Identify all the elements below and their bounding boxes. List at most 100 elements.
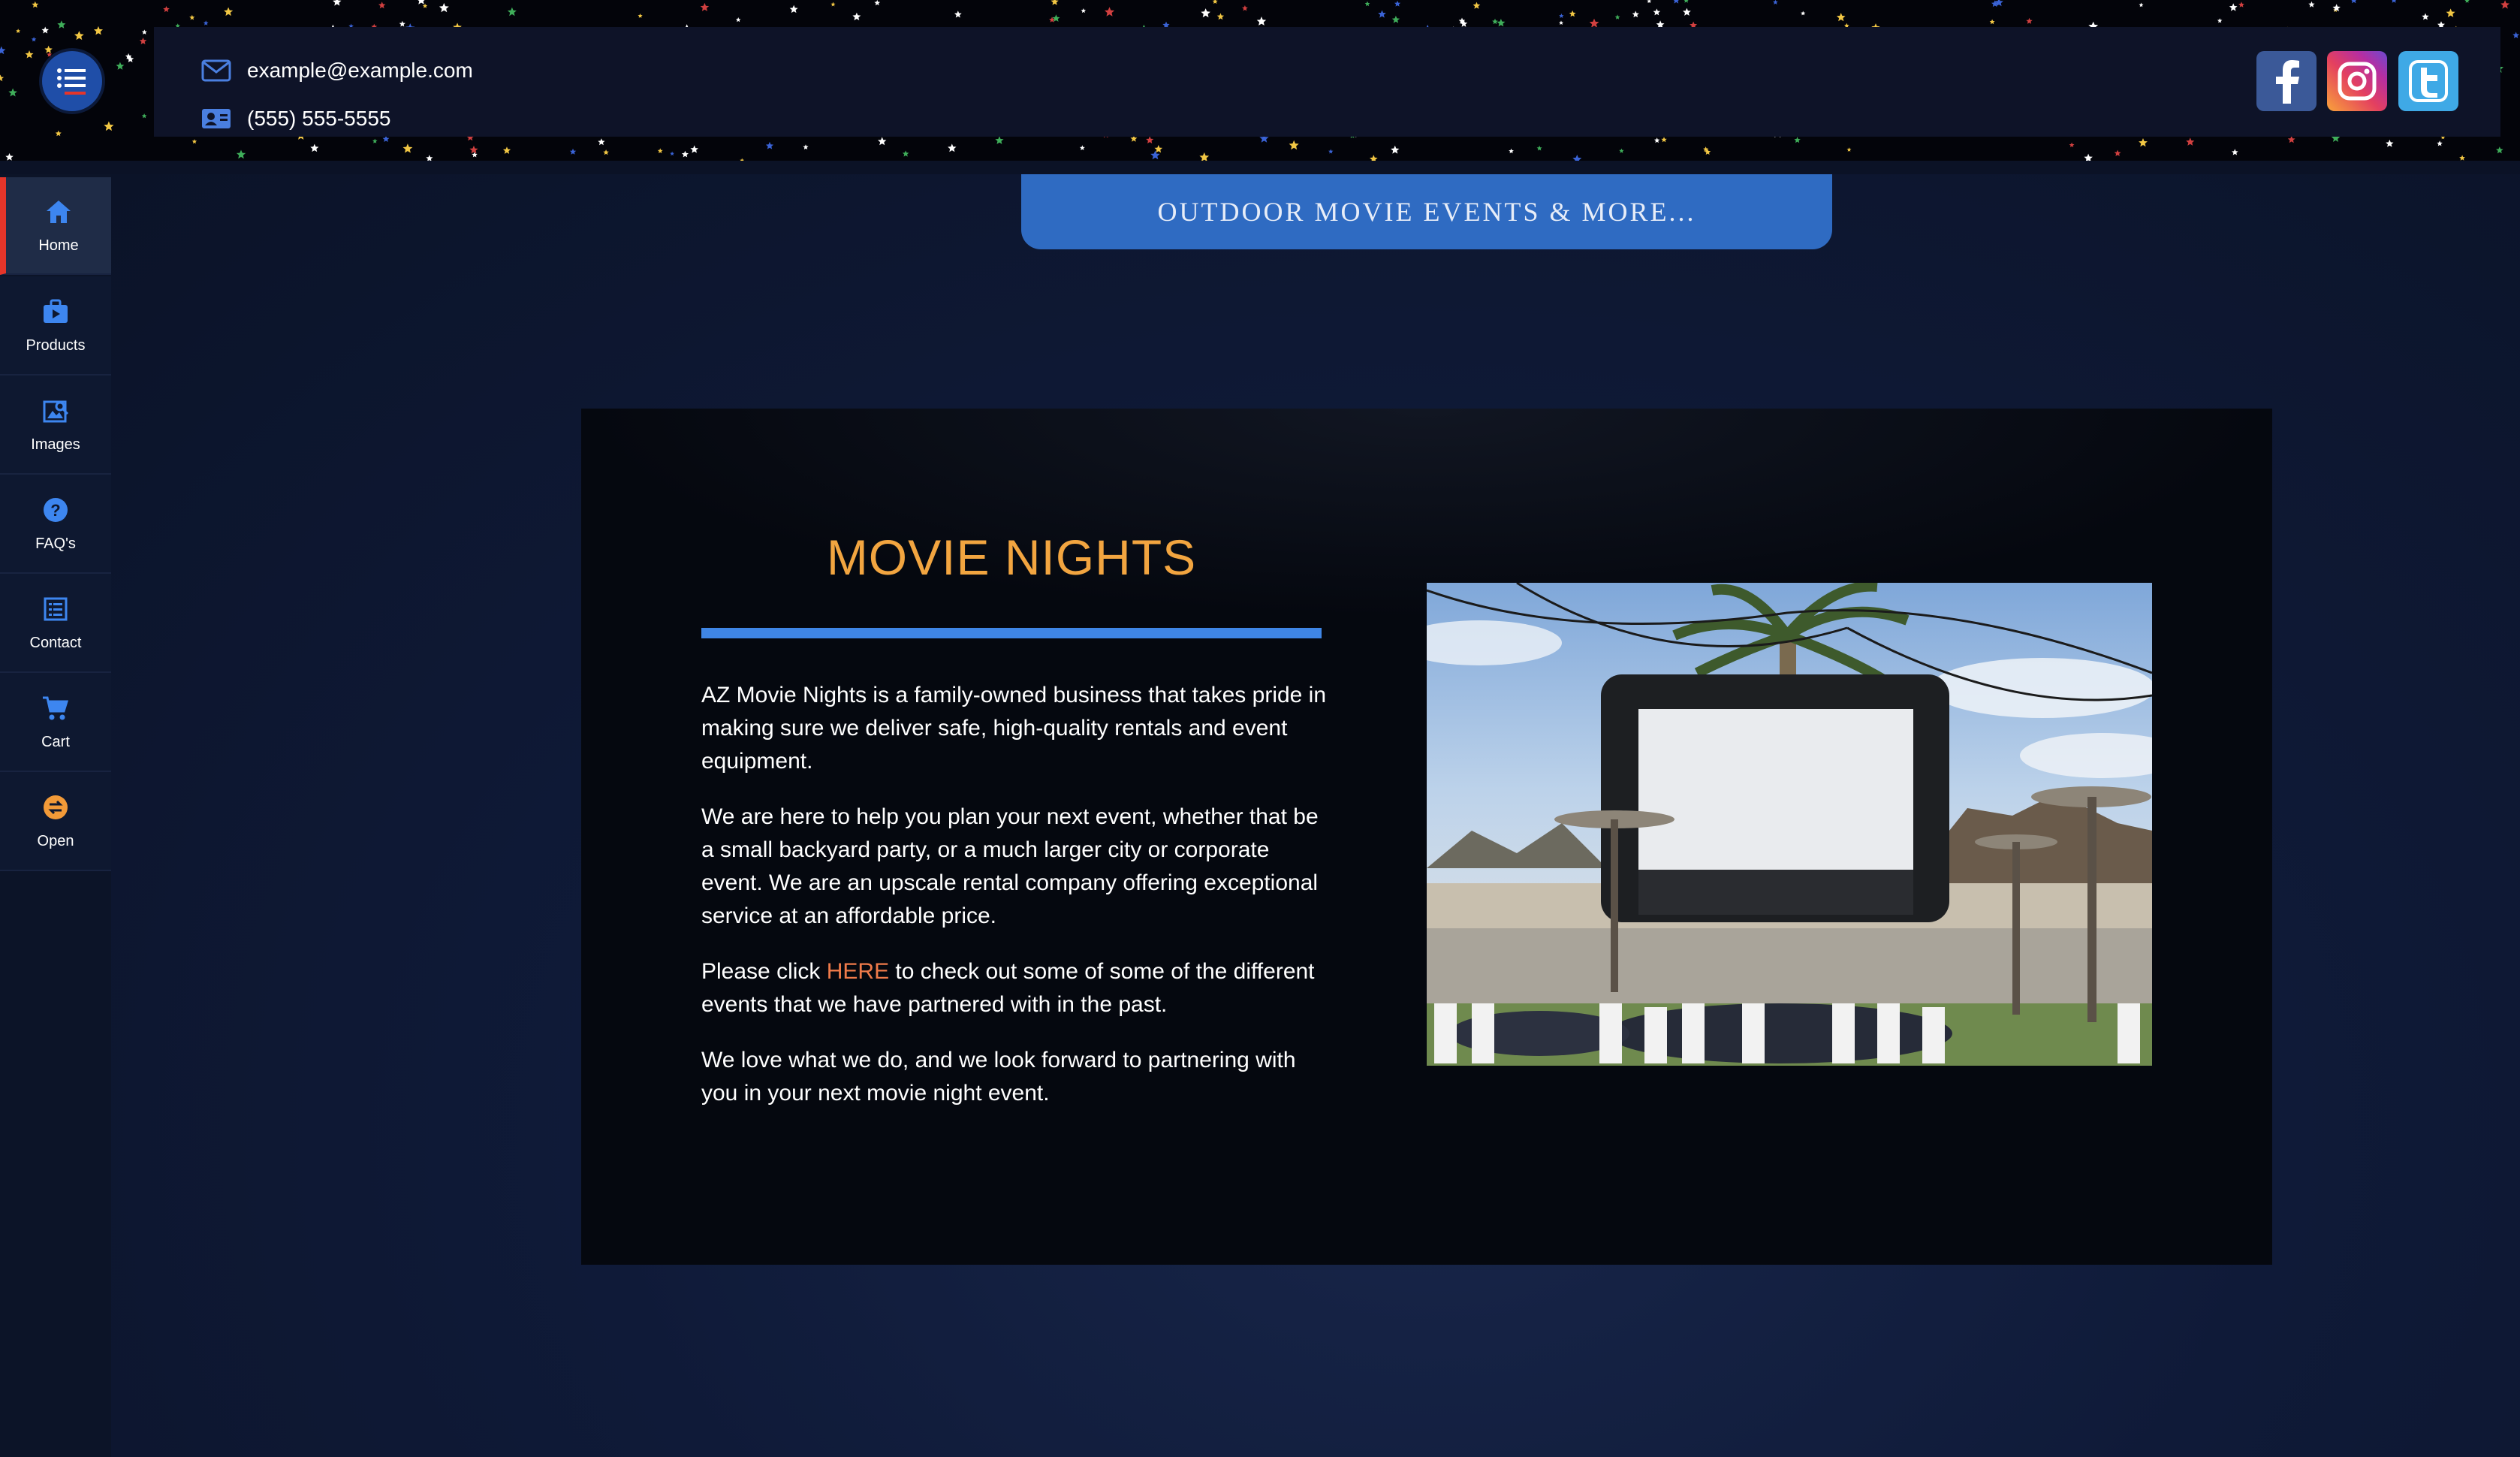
star-decoration bbox=[1836, 13, 1846, 22]
star-decoration bbox=[116, 62, 125, 70]
star-decoration bbox=[1212, 0, 1218, 4]
star-decoration bbox=[2229, 3, 2238, 11]
star-decoration bbox=[8, 88, 17, 97]
star-decoration bbox=[1619, 148, 1624, 153]
star-decoration bbox=[57, 20, 66, 29]
star-decoration bbox=[1846, 147, 1852, 152]
star-decoration bbox=[603, 149, 609, 155]
star-decoration bbox=[902, 150, 909, 157]
sidebar-item-home[interactable]: Home bbox=[0, 177, 111, 275]
instagram-button[interactable] bbox=[2327, 51, 2387, 111]
paragraph-events-prefix: Please click bbox=[701, 959, 827, 984]
star-decoration bbox=[954, 11, 962, 18]
phone-text[interactable]: (555) 555-5555 bbox=[247, 107, 390, 131]
star-decoration bbox=[830, 2, 836, 7]
images-icon bbox=[41, 396, 71, 426]
sidebar-item-label: Products bbox=[26, 336, 86, 354]
star-decoration bbox=[1378, 10, 1386, 18]
twitter-button[interactable] bbox=[2398, 51, 2458, 111]
star-decoration bbox=[0, 74, 5, 82]
star-decoration bbox=[657, 148, 663, 153]
star-decoration bbox=[1328, 149, 1334, 154]
facebook-button[interactable] bbox=[2256, 51, 2317, 111]
star-decoration bbox=[2186, 137, 2195, 146]
star-decoration bbox=[163, 6, 170, 13]
sidebar-item-images[interactable]: Images bbox=[0, 376, 111, 475]
star-decoration bbox=[1794, 137, 1801, 143]
star-decoration bbox=[1150, 150, 1160, 160]
star-decoration bbox=[2114, 149, 2121, 156]
star-decoration bbox=[2496, 146, 2503, 154]
star-decoration bbox=[44, 45, 53, 53]
star-decoration bbox=[1661, 137, 1667, 143]
star-decoration bbox=[2459, 155, 2465, 161]
star-decoration bbox=[2500, 0, 2509, 9]
star-decoration bbox=[189, 14, 195, 20]
star-decoration bbox=[1773, 0, 1778, 5]
star-decoration bbox=[402, 143, 413, 153]
star-decoration bbox=[2217, 18, 2223, 23]
sidebar-item-faqs[interactable]: ? FAQ's bbox=[0, 475, 111, 574]
star-decoration bbox=[1364, 1, 1370, 7]
here-link[interactable]: HERE bbox=[827, 959, 889, 984]
star-decoration bbox=[803, 144, 809, 149]
paragraph-closing: We love what we do, and we look forward … bbox=[701, 1048, 1296, 1106]
menu-button[interactable] bbox=[42, 51, 102, 111]
contact-panel: example@example.com (555) 555-5555 bbox=[154, 27, 2500, 137]
about-text: AZ Movie Nights is a family-owned busine… bbox=[701, 679, 1329, 1133]
contact-icon bbox=[41, 594, 71, 624]
star-decoration bbox=[2512, 32, 2519, 38]
star-decoration bbox=[852, 12, 861, 21]
star-decoration bbox=[469, 145, 478, 154]
sidebar-nav: Home Products Images ? FAQ's Contact Car… bbox=[0, 174, 111, 1457]
sidebar-item-label: Contact bbox=[29, 634, 82, 651]
star-decoration bbox=[31, 37, 37, 42]
header: example@example.com (555) 555-5555 bbox=[0, 0, 2520, 161]
star-decoration bbox=[700, 2, 710, 11]
star-decoration bbox=[399, 20, 405, 27]
star-decoration bbox=[94, 26, 103, 35]
star-decoration bbox=[74, 31, 84, 41]
sidebar-item-open[interactable]: Open bbox=[0, 772, 111, 871]
star-decoration bbox=[2351, 0, 2357, 4]
sidebar-item-contact[interactable]: Contact bbox=[0, 574, 111, 673]
star-decoration bbox=[2084, 153, 2093, 161]
star-decoration bbox=[2437, 140, 2443, 146]
open-icon bbox=[41, 792, 71, 822]
star-decoration bbox=[2139, 138, 2148, 147]
star-decoration bbox=[203, 20, 209, 26]
star-decoration bbox=[139, 38, 147, 44]
email-row[interactable]: example@example.com bbox=[200, 59, 473, 83]
star-decoration bbox=[25, 50, 34, 59]
email-text[interactable]: example@example.com bbox=[247, 59, 473, 83]
star-decoration bbox=[191, 139, 197, 144]
star-decoration bbox=[1559, 13, 1564, 18]
sidebar-item-cart[interactable]: Cart bbox=[0, 673, 111, 772]
star-decoration bbox=[1146, 136, 1154, 143]
star-decoration bbox=[2446, 8, 2455, 17]
star-decoration bbox=[507, 7, 517, 17]
star-decoration bbox=[16, 29, 21, 33]
star-decoration bbox=[995, 136, 1004, 144]
sidebar-item-products[interactable]: Products bbox=[0, 276, 111, 376]
star-decoration bbox=[141, 29, 147, 35]
paragraph-services: We are here to help you plan your next e… bbox=[701, 804, 1319, 928]
star-decoration bbox=[104, 121, 114, 131]
star-decoration bbox=[1242, 5, 1248, 11]
star-decoration bbox=[765, 141, 774, 149]
star-decoration bbox=[1201, 8, 1210, 18]
list-menu-icon bbox=[57, 68, 86, 95]
star-decoration bbox=[681, 150, 689, 158]
twitter-t-icon bbox=[2409, 60, 2448, 102]
help-icon: ? bbox=[41, 495, 71, 525]
star-decoration bbox=[789, 5, 798, 14]
star-decoration bbox=[417, 0, 425, 5]
star-decoration bbox=[2392, 0, 2397, 3]
sidebar-item-label: Cart bbox=[41, 733, 70, 750]
star-decoration bbox=[1801, 11, 1806, 16]
star-decoration bbox=[1370, 155, 1378, 161]
star-decoration bbox=[502, 146, 511, 154]
about-section: MOVIE NIGHTS AZ Movie Nights is a family… bbox=[581, 409, 2272, 1265]
phone-row[interactable]: (555) 555-5555 bbox=[200, 107, 390, 131]
star-decoration bbox=[2386, 139, 2394, 147]
